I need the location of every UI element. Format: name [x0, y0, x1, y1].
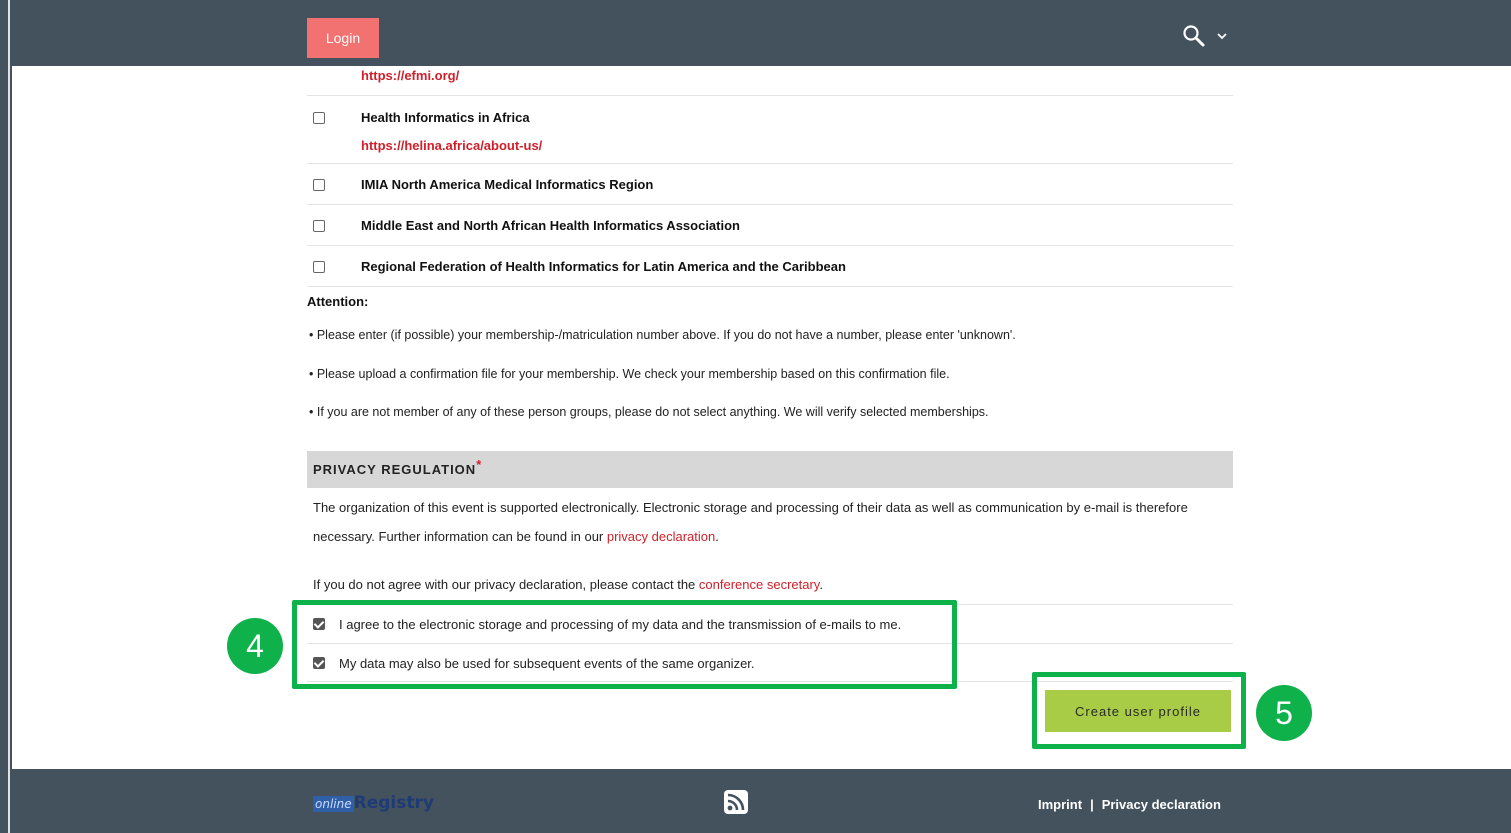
logo-prefix: online	[313, 796, 354, 812]
membership-checkbox[interactable]	[313, 261, 325, 273]
imprint-link[interactable]: Imprint	[1038, 797, 1082, 812]
checkbox-highlight-box	[292, 600, 957, 689]
privacy-text: The organization of this event is suppor…	[313, 500, 1188, 544]
online-registry-logo: online Registry	[313, 793, 434, 813]
required-marker: *	[476, 457, 483, 472]
window-edge	[0, 0, 12, 833]
list-item: https://efmi.org/	[307, 66, 1233, 96]
search-icon[interactable]	[1182, 24, 1206, 48]
efmi-link[interactable]: https://efmi.org/	[361, 68, 459, 83]
membership-checkbox[interactable]	[313, 112, 325, 124]
membership-label: IMIA North America Medical Informatics R…	[361, 177, 654, 192]
contact-text: If you do not agree with our privacy dec…	[313, 577, 699, 592]
membership-label: Middle East and North African Health Inf…	[361, 218, 740, 233]
privacy-text-end: .	[715, 529, 719, 544]
chevron-down-icon[interactable]	[1216, 30, 1228, 42]
button-highlight-box	[1032, 672, 1246, 749]
membership-checkbox[interactable]	[313, 179, 325, 191]
privacy-paragraph: The organization of this event is suppor…	[313, 493, 1228, 551]
top-bar: Login	[12, 0, 1511, 66]
step-4-badge: 4	[227, 618, 283, 674]
helina-link[interactable]: https://helina.africa/about-us/	[361, 138, 542, 153]
logo-main: Registry	[353, 793, 434, 813]
list-item: Health Informatics in Africa https://hel…	[307, 96, 1233, 164]
list-item: Regional Federation of Health Informatic…	[307, 246, 1233, 287]
membership-label: Health Informatics in Africa	[361, 110, 530, 125]
list-item: IMIA North America Medical Informatics R…	[307, 164, 1233, 205]
step-5-badge: 5	[1256, 685, 1312, 741]
attention-title: Attention:	[307, 294, 369, 309]
privacy-section-heading: PRIVACY REGULATION *	[307, 451, 1233, 488]
privacy-declaration-footer-link[interactable]: Privacy declaration	[1102, 797, 1221, 812]
membership-checkbox[interactable]	[313, 220, 325, 232]
privacy-heading-text: PRIVACY REGULATION	[313, 462, 477, 477]
attention-bullet: • Please enter (if possible) your member…	[309, 328, 1016, 342]
conference-secretary-link[interactable]: conference secretary	[699, 577, 819, 592]
contact-paragraph: If you do not agree with our privacy dec…	[313, 570, 1228, 599]
footer: online Registry Imprint | Privacy declarati…	[12, 769, 1511, 833]
registration-form: https://efmi.org/ Health Informatics in …	[307, 66, 1233, 682]
contact-text-end: .	[819, 577, 823, 592]
list-item: Middle East and North African Health Inf…	[307, 205, 1233, 246]
membership-label: Regional Federation of Health Informatic…	[361, 259, 846, 274]
footer-links: Imprint | Privacy declaration	[1038, 797, 1221, 812]
attention-bullet: • If you are not member of any of these …	[309, 405, 989, 419]
login-button[interactable]: Login	[307, 18, 379, 58]
rss-icon[interactable]	[724, 790, 748, 814]
privacy-declaration-link[interactable]: privacy declaration	[607, 529, 715, 544]
attention-bullet: • Please upload a confirmation file for …	[309, 367, 950, 381]
footer-separator: |	[1090, 797, 1094, 812]
